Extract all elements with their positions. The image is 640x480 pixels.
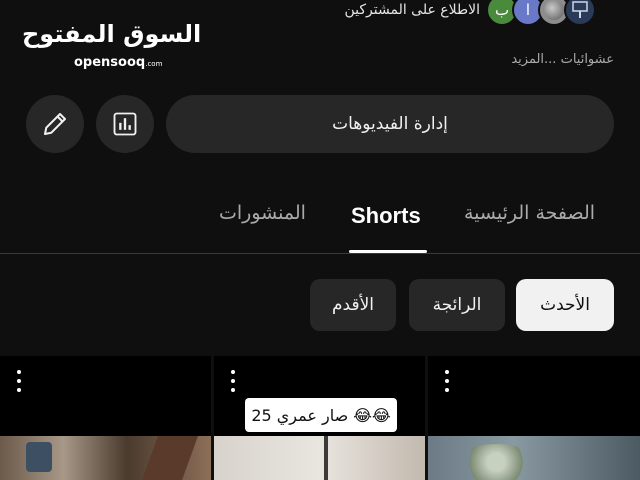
logo-arabic-text: السوق المفتوح [22, 20, 202, 48]
more-options-icon[interactable] [226, 370, 240, 392]
thumbnail-image [0, 436, 211, 480]
thumbnail-image [214, 436, 425, 480]
active-tab-indicator [349, 250, 427, 253]
shorts-grid: صار عمري 25 😂😂 [0, 356, 640, 480]
short-thumbnail[interactable] [0, 356, 211, 480]
more-options-icon[interactable] [12, 370, 26, 392]
manage-videos-button[interactable]: إدارة الفيديوهات [166, 95, 614, 153]
channel-tabs: المنشورات Shorts الصفحة الرئيسية [0, 190, 640, 254]
tab-posts[interactable]: المنشورات [219, 202, 306, 224]
channel-description[interactable]: عشوائيات ...المزيد [511, 52, 614, 67]
analytics-button[interactable] [96, 95, 154, 153]
logo-latin-text: opensooq.com [74, 55, 162, 70]
avatar [564, 0, 596, 26]
tab-shorts[interactable]: Shorts [351, 203, 421, 229]
subscriber-avatars[interactable]: ب ا [486, 0, 616, 28]
logo-latin-suffix: .com [145, 60, 163, 68]
opensooq-watermark-logo: السوق المفتوح opensooq.com [22, 18, 202, 74]
short-thumbnail[interactable] [428, 356, 640, 480]
more-options-icon[interactable] [440, 370, 454, 392]
tab-home[interactable]: الصفحة الرئيسية [464, 202, 595, 224]
edit-channel-button[interactable] [26, 95, 84, 153]
short-caption: صار عمري 25 😂😂 [245, 398, 397, 432]
filter-chip-popular[interactable]: الرائجة [409, 279, 505, 331]
view-subscribers-link[interactable]: الاطلاع على المشتركين [344, 0, 480, 20]
channel-avatar-icon [572, 1, 588, 18]
thumbnail-image [428, 436, 640, 480]
short-thumbnail[interactable]: صار عمري 25 😂😂 [214, 356, 425, 480]
logo-latin-name: opensooq [74, 55, 146, 70]
bar-chart-icon [113, 112, 137, 136]
filter-chip-latest[interactable]: الأحدث [516, 279, 614, 331]
filter-chip-oldest[interactable]: الأقدم [310, 279, 396, 331]
pencil-icon [44, 113, 66, 135]
